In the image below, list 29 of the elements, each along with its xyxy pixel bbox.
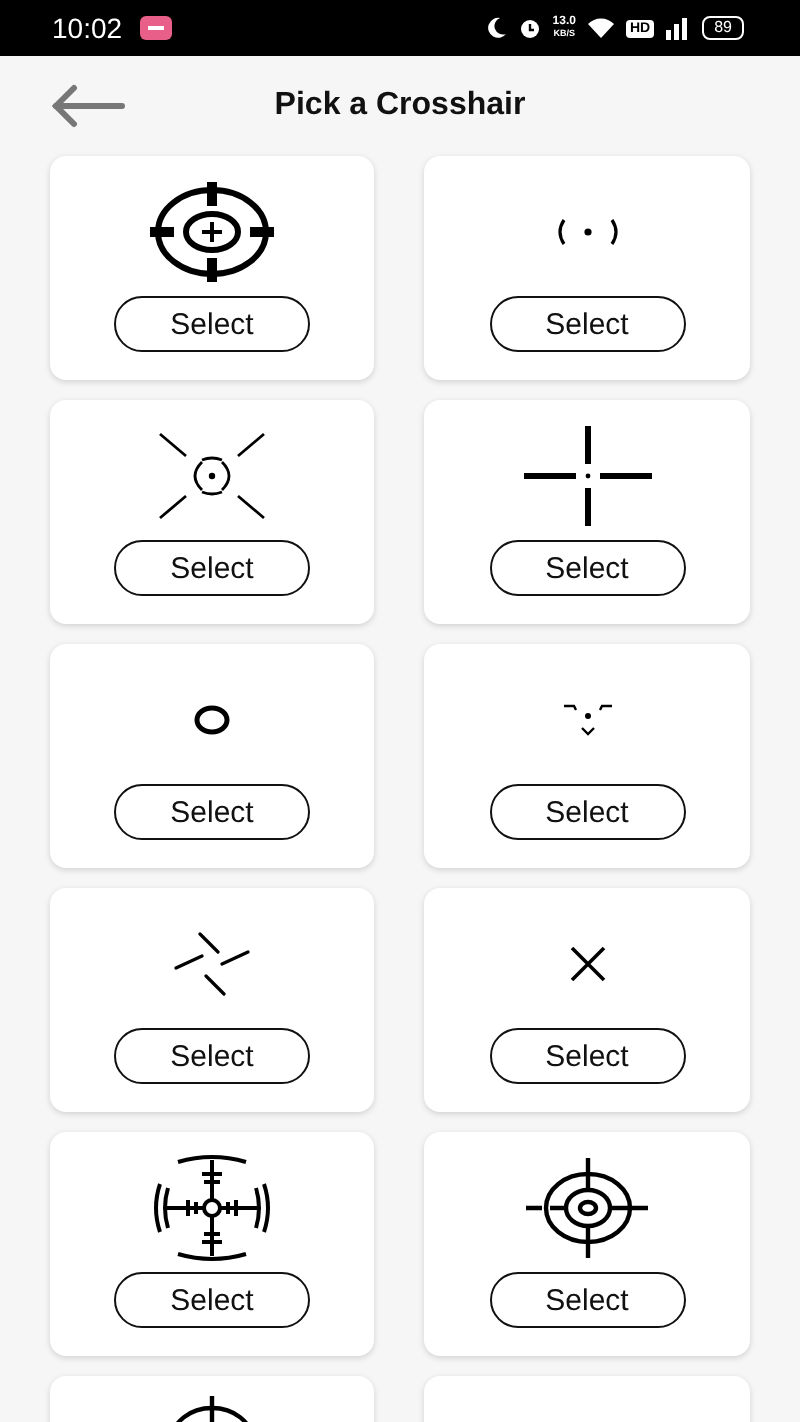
screen-title: Pick a Crosshair <box>274 88 526 124</box>
select-button[interactable]: Select <box>489 1272 685 1328</box>
app-notification-icon <box>140 16 173 40</box>
select-button[interactable]: Select <box>114 1028 310 1084</box>
crosshair-icon <box>148 1150 276 1266</box>
crosshair-icon <box>555 218 619 246</box>
select-button[interactable]: Select <box>114 1272 310 1328</box>
crosshair-icon <box>158 432 266 520</box>
moon-icon <box>486 16 509 40</box>
signal-icon <box>664 16 693 40</box>
battery-indicator: 89 <box>702 16 744 40</box>
clock-time: 10:02 <box>52 12 123 44</box>
target-icon <box>525 1158 649 1258</box>
crosshair-icon <box>150 182 274 282</box>
crosshair-icon <box>561 702 613 738</box>
alarm-icon <box>518 16 543 40</box>
select-button[interactable]: Select <box>114 540 310 596</box>
select-button[interactable]: Select <box>114 296 310 352</box>
select-button[interactable]: Select <box>489 296 685 352</box>
select-button[interactable]: Select <box>114 784 310 840</box>
select-button[interactable]: Select <box>489 1028 685 1084</box>
select-button[interactable]: Select <box>489 784 685 840</box>
crosshair-icon <box>523 426 651 526</box>
wifi-icon <box>585 16 616 40</box>
back-arrow-icon[interactable] <box>50 84 126 128</box>
select-button[interactable]: Select <box>489 540 685 596</box>
ring-icon <box>194 704 230 736</box>
crosshair-icon <box>174 932 250 996</box>
x-mark-icon <box>567 946 607 982</box>
